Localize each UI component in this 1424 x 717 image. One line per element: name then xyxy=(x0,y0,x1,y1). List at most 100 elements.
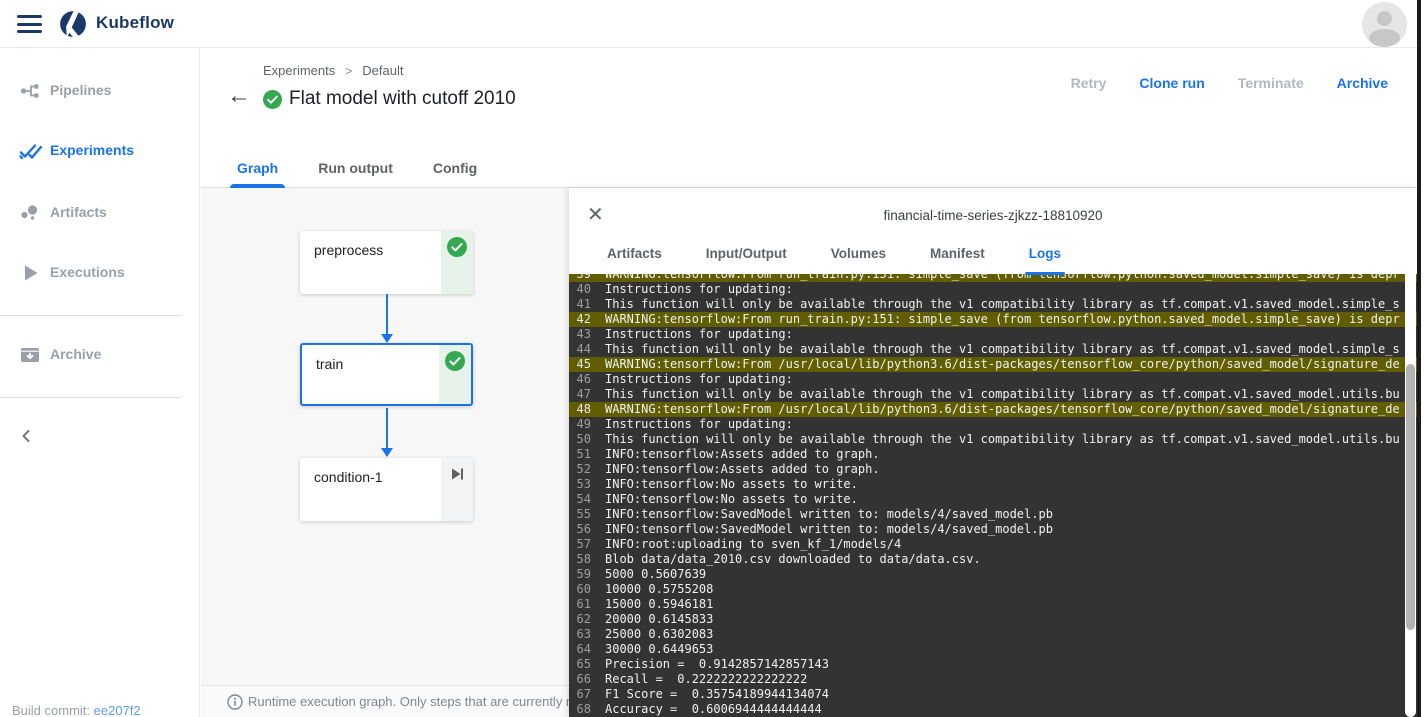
log-line: 39WARNING:tensorflow:From run_train.py:1… xyxy=(569,274,1417,282)
log-line-text: 25000 0.6302083 xyxy=(605,627,713,641)
log-line-text: 10000 0.5755208 xyxy=(605,582,713,596)
app-title: Kubeflow xyxy=(96,13,174,33)
sidebar-item-executions[interactable]: Executions xyxy=(0,261,200,287)
log-line: 6325000 0.6302083 xyxy=(569,627,1417,642)
log-line-text: INFO:tensorflow:Assets added to graph. xyxy=(605,462,880,476)
log-line: 42 WARNING:tensorflow:From run_train.py:1… xyxy=(569,312,1417,327)
tab-input-output[interactable]: Input/Output xyxy=(706,240,787,272)
sidebar-item-pipelines[interactable]: Pipelines xyxy=(0,79,200,105)
archive-button[interactable]: Archive xyxy=(1337,75,1388,91)
run-tab-bar: Graph Run output Config xyxy=(201,148,1424,188)
log-line: 67F1 Score = 0.35754189944134074 xyxy=(569,687,1417,702)
log-line-number: 50 xyxy=(569,432,591,447)
pipelines-icon xyxy=(18,79,42,103)
log-line-text: INFO:root:uploading to sven_kf_1/models/… xyxy=(605,537,901,551)
sidebar-item-archive[interactable]: Archive xyxy=(0,343,200,369)
log-line: 54 INFO:tensorflow:No assets to write. xyxy=(569,492,1417,507)
log-line-number: 67 xyxy=(569,687,591,702)
node-label: train xyxy=(316,356,343,372)
breadcrumb-default-link[interactable]: Default xyxy=(362,63,403,78)
log-line-text: Blob data/data_2010.csv downloaded to da… xyxy=(605,552,981,566)
log-line-number: 40 xyxy=(569,282,591,297)
log-line-number: 48 xyxy=(569,402,591,417)
top-app-bar: Kubeflow xyxy=(0,0,1424,48)
log-line: 48 WARNING:tensorflow:From /usr/local/lib… xyxy=(569,402,1417,417)
success-check-icon xyxy=(445,351,465,371)
breadcrumb-experiments-link[interactable]: Experiments xyxy=(263,63,335,78)
node-status-strip xyxy=(439,345,471,404)
log-line-number: 43 xyxy=(569,327,591,342)
build-commit-link[interactable]: ee207f2 xyxy=(94,703,141,717)
chevron-left-icon xyxy=(14,424,38,448)
log-line-number: 53 xyxy=(569,477,591,492)
log-line-text: Instructions for updating: xyxy=(605,372,793,386)
log-line: 52INFO:tensorflow:Assets added to graph. xyxy=(569,462,1417,477)
back-arrow-icon[interactable]: ← xyxy=(227,84,251,108)
sidebar-item-label: Pipelines xyxy=(50,82,111,98)
log-line-text: This function will only be available thr… xyxy=(605,387,1400,401)
log-line-text: Instructions for updating: xyxy=(605,327,793,341)
tab-run-output[interactable]: Run output xyxy=(318,148,393,188)
log-line-text: INFO:tensorflow:No assets to write. xyxy=(605,492,858,506)
tab-artifacts[interactable]: Artifacts xyxy=(607,240,662,272)
log-line-number: 62 xyxy=(569,612,591,627)
user-avatar[interactable] xyxy=(1362,2,1407,47)
log-line-text: WARNING:tensorflow:From /usr/local/lib/p… xyxy=(605,402,1400,416)
clone-run-button[interactable]: Clone run xyxy=(1139,75,1204,91)
sidebar-item-label: Experiments xyxy=(50,142,134,158)
log-line-text: Accuracy = 0.6006944444444444 xyxy=(605,702,822,716)
tab-manifest[interactable]: Manifest xyxy=(930,240,985,272)
log-line: 44This function will only be available t… xyxy=(569,342,1417,357)
executions-icon xyxy=(18,261,42,285)
log-scrollbar-track[interactable] xyxy=(1405,191,1416,717)
sidebar-item-experiments[interactable]: Experiments xyxy=(0,139,200,165)
tab-volumes[interactable]: Volumes xyxy=(831,240,886,272)
node-status-strip xyxy=(441,458,473,521)
log-line-text: This function will only be available thr… xyxy=(605,432,1400,446)
build-commit-label: Build commit: xyxy=(12,703,90,717)
graph-node-preprocess[interactable]: preprocess xyxy=(300,231,473,294)
log-line-number: 59 xyxy=(569,567,591,582)
graph-edge xyxy=(386,408,388,449)
log-line-text: WARNING:tensorflow:From run_train.py:151… xyxy=(605,312,1400,326)
log-line: 47This function will only be available t… xyxy=(569,387,1417,402)
log-line-text: 5000 0.5607639 xyxy=(605,567,706,581)
tab-logs[interactable]: Logs xyxy=(1029,240,1061,272)
log-line: 51INFO:tensorflow:Assets added to graph. xyxy=(569,447,1417,462)
tab-graph[interactable]: Graph xyxy=(237,148,278,188)
log-line: 6115000 0.5946181 xyxy=(569,597,1417,612)
run-actions: Retry Clone run Terminate Archive xyxy=(1071,75,1388,91)
node-label: condition-1 xyxy=(314,469,383,485)
sidebar-item-artifacts[interactable]: Artifacts xyxy=(0,201,200,227)
archive-icon xyxy=(18,343,42,367)
log-line: 45WARNING:tensorflow:From /usr/local/lib… xyxy=(569,357,1417,372)
node-status-strip xyxy=(441,231,473,294)
terminate-button[interactable]: Terminate xyxy=(1238,75,1304,91)
retry-button[interactable]: Retry xyxy=(1071,75,1107,91)
node-label: preprocess xyxy=(314,242,383,258)
log-area: 39WARNING:tensorflow:From run_train.py:1… xyxy=(569,274,1417,717)
sidebar-item-label: Archive xyxy=(50,346,101,362)
log-line-text: INFO:tensorflow:Assets added to graph. xyxy=(605,447,880,461)
log-line: 68Accuracy = 0.6006944444444444 xyxy=(569,702,1417,717)
log-line-text: Precision = 0.9142857142857143 xyxy=(605,657,829,671)
sidebar-collapse-button[interactable] xyxy=(14,424,38,448)
breadcrumb: Experiments>Default xyxy=(263,63,403,78)
hamburger-menu-icon[interactable] xyxy=(17,15,42,33)
graph-edge xyxy=(386,294,388,335)
build-commit: Build commit: ee207f2 xyxy=(12,703,141,717)
tab-config[interactable]: Config xyxy=(433,148,477,188)
log-line-text: This function will only be available thr… xyxy=(605,342,1400,356)
log-line-number: 54 xyxy=(569,492,591,507)
skip-next-icon xyxy=(447,464,467,484)
log-line-number: 61 xyxy=(569,597,591,612)
log-line-text: Recall = 0.2222222222222222 xyxy=(605,672,807,686)
log-scrollbar-thumb[interactable] xyxy=(1406,364,1415,630)
graph-node-condition-1[interactable]: condition-1 xyxy=(300,458,473,521)
log-line-text: This function will only be available thr… xyxy=(605,297,1400,311)
log-line-number: 64 xyxy=(569,642,591,657)
log-line-number: 42 xyxy=(569,312,591,327)
nav-sidebar: Pipelines Experiments Artifacts Executio… xyxy=(0,48,200,717)
log-line-number: 66 xyxy=(569,672,591,687)
graph-node-train[interactable]: train xyxy=(300,343,473,406)
